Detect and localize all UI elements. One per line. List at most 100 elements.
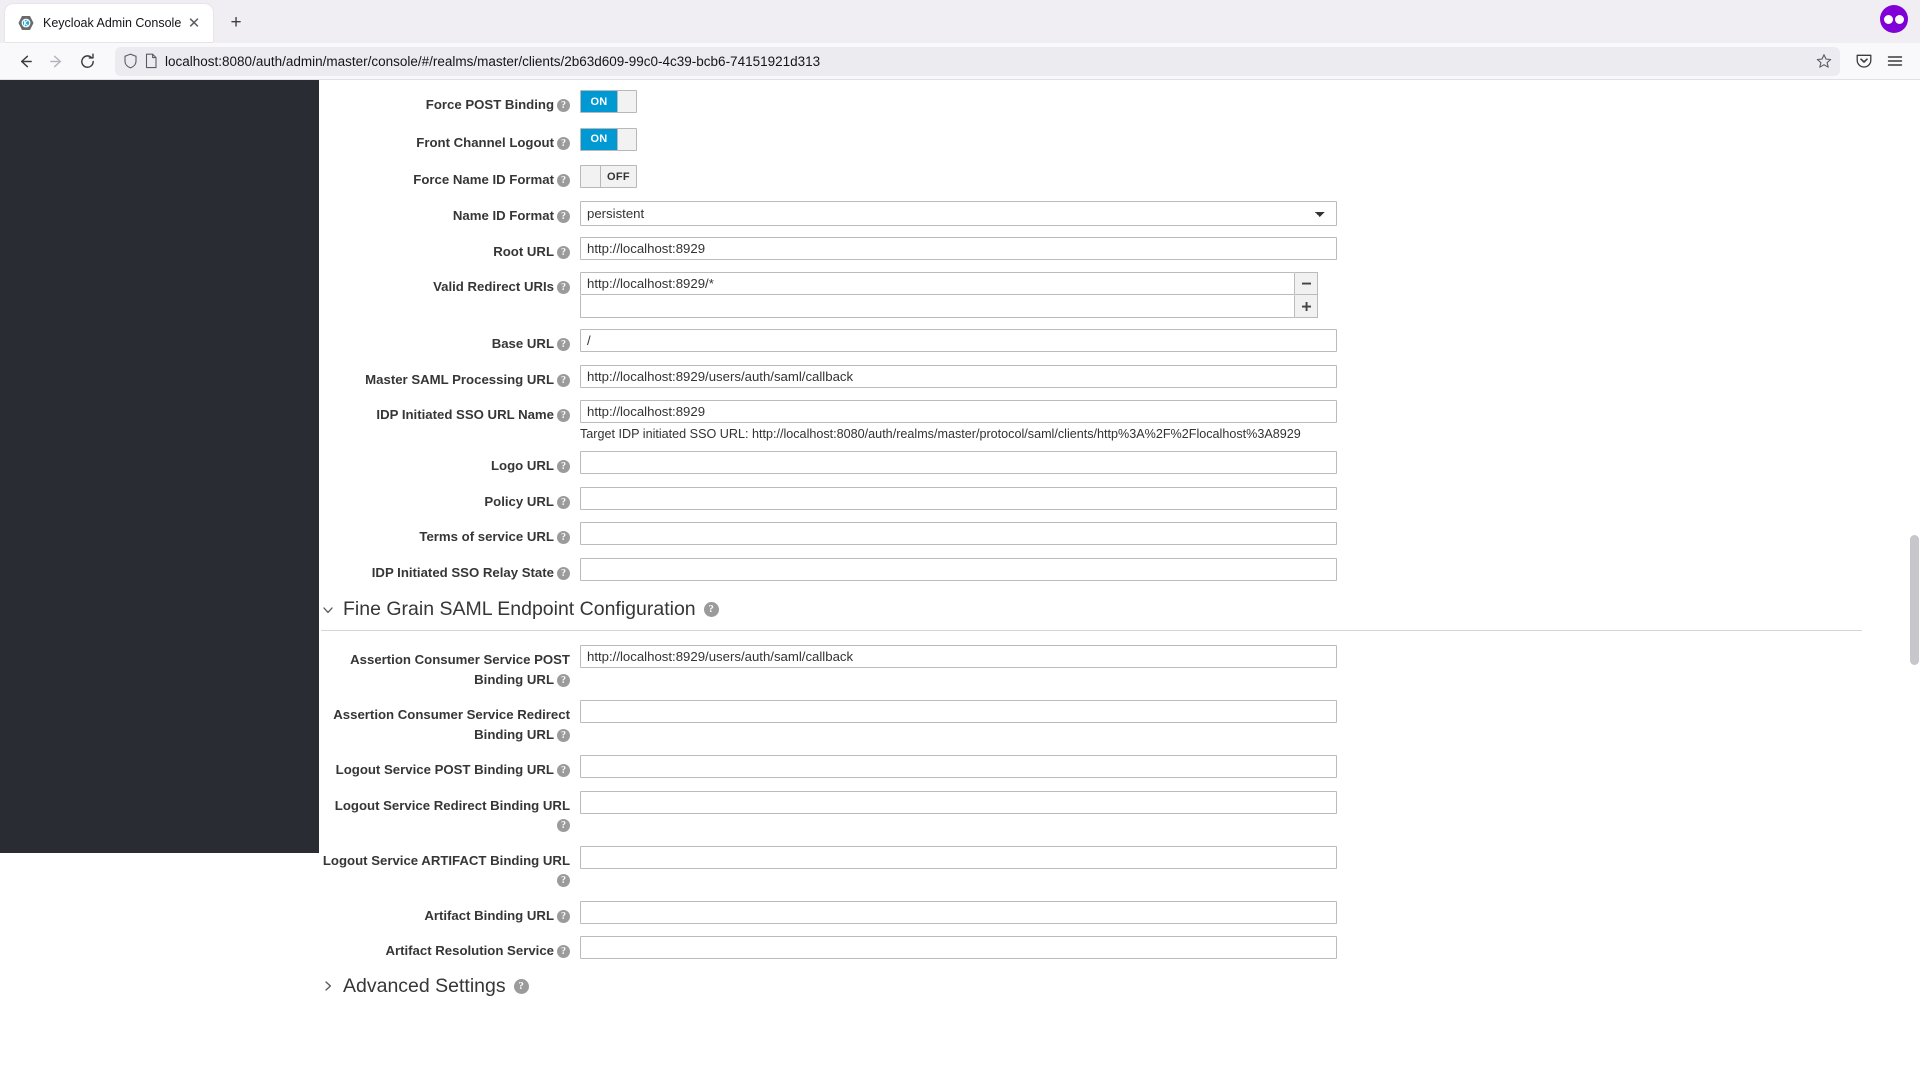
help-icon[interactable]: ? [557,136,570,150]
admin-sidebar [0,80,319,853]
help-icon[interactable]: ? [557,373,570,387]
input-logo-url[interactable] [580,451,1337,474]
field-row-root-url: Root URL? [319,236,1920,262]
input-logout-artifact-binding-url[interactable] [580,845,1337,869]
help-icon[interactable]: ? [557,281,570,294]
browser-tab[interactable]: Keycloak Admin Console ✕ [5,4,213,42]
help-icon[interactable]: ? [557,909,570,923]
input-idp-initiated-sso-relay-state[interactable] [580,557,1337,581]
input-terms-of-service-url[interactable] [580,522,1337,545]
label-acs-redirect-binding-url: Assertion Consumer Service Redirect Bind… [319,700,580,744]
help-icon[interactable]: ? [557,531,570,544]
help-icon[interactable]: ? [557,728,570,742]
help-icon[interactable]: ? [557,819,570,832]
uri-line [580,295,1920,318]
field-terms-of-service-url [580,522,1920,545]
fine-grain-section-header[interactable]: Fine Grain SAML Endpoint Configuration ? [321,598,1920,621]
input-acs-redirect-binding-url[interactable] [580,700,1337,723]
toggle-front-channel-logout[interactable]: ON [580,127,637,151]
input-redirect-uri-2[interactable] [580,295,1295,318]
input-redirect-uri-1[interactable] [580,272,1295,295]
field-force-name-id-format: OFF [580,165,1920,188]
label-logo-url: Logo URL? [319,451,580,476]
label-text: Master SAML Processing URL [365,371,554,387]
label-idp-initiated-sso-relay-state: IDP Initiated SSO Relay State? [319,558,580,583]
field-force-post-binding: ON [580,90,1920,113]
new-tab-button[interactable]: + [220,7,252,39]
field-row-force-post-binding: Force POST Binding? ON [319,90,1920,115]
bookmark-star-icon[interactable] [1816,53,1832,69]
help-icon[interactable]: ? [557,566,570,580]
label-logout-artifact-binding-url: Logout Service ARTIFACT Binding URL? [319,846,580,890]
extension-badge-icon[interactable] [1880,5,1908,33]
input-logout-post-binding-url[interactable] [580,755,1337,778]
page-document-icon[interactable] [145,53,158,69]
help-icon[interactable]: ? [557,174,570,187]
help-icon[interactable]: ? [557,460,570,473]
field-logout-redirect-binding-url [580,790,1920,814]
field-row-master-saml-processing-url: Master SAML Processing URL? [319,364,1920,390]
field-master-saml-processing-url [580,364,1920,388]
field-logout-artifact-binding-url [580,845,1920,869]
input-acs-post-binding-url[interactable] [580,645,1337,668]
remove-uri-button[interactable] [1295,272,1318,295]
chevron-right-icon[interactable] [321,979,335,993]
label-text: Assertion Consumer Service Redirect Bind… [333,707,570,742]
select-name-id-format[interactable]: persistent [580,200,1337,226]
input-artifact-resolution-service[interactable] [580,936,1337,959]
address-bar[interactable]: localhost:8080/auth/admin/master/console… [115,46,1840,76]
input-master-saml-processing-url[interactable] [580,364,1337,388]
scrollbar-thumb[interactable] [1910,535,1919,665]
field-artifact-binding-url [580,900,1920,924]
toggle-force-name-id-format[interactable]: OFF [580,165,637,188]
advanced-settings-section-header[interactable]: Advanced Settings ? [321,975,1920,998]
reload-icon[interactable] [72,46,103,77]
shield-icon[interactable] [123,53,138,69]
help-icon[interactable]: ? [557,874,570,887]
help-icon[interactable]: ? [557,945,570,958]
help-icon[interactable]: ? [557,245,570,259]
field-acs-post-binding-url [580,645,1920,668]
help-icon[interactable]: ? [703,602,719,617]
label-text: Base URL [491,336,554,351]
label-name-id-format: Name ID Format? [319,201,580,226]
uri-line [580,272,1920,295]
input-policy-url[interactable] [580,486,1337,510]
help-icon[interactable]: ? [557,764,570,777]
field-front-channel-logout: ON [580,127,1920,151]
field-name-id-format: persistent [580,200,1920,226]
chevron-down-icon[interactable] [321,603,335,617]
label-acs-post-binding-url: Assertion Consumer Service POST Binding … [319,645,580,689]
label-base-url: Base URL? [319,329,580,354]
close-icon[interactable]: ✕ [184,13,204,33]
form-area: Force POST Binding? ON Front Channel Log… [319,80,1920,998]
add-uri-button[interactable] [1295,295,1318,318]
input-logout-redirect-binding-url[interactable] [580,790,1337,814]
label-text: Logout Service POST Binding URL [335,762,554,777]
help-icon[interactable]: ? [557,99,570,112]
tab-strip: Keycloak Admin Console ✕ + [0,0,1920,43]
help-icon[interactable]: ? [513,978,529,994]
hamburger-menu-icon[interactable] [1879,46,1910,77]
back-icon[interactable] [10,46,41,77]
input-idp-initiated-sso-url-name[interactable] [580,400,1337,423]
save-to-pocket-icon[interactable] [1848,46,1879,77]
advanced-settings-section: Advanced Settings ? [319,975,1920,998]
label-policy-url: Policy URL? [319,487,580,512]
input-artifact-binding-url[interactable] [580,900,1337,924]
help-icon[interactable]: ? [557,495,570,509]
advanced-settings-section-title: Advanced Settings [343,974,506,997]
help-icon[interactable]: ? [557,209,570,223]
navigation-toolbar: localhost:8080/auth/admin/master/console… [0,43,1920,80]
forward-icon[interactable] [41,46,72,77]
field-logout-post-binding-url [580,755,1920,778]
input-base-url[interactable] [580,329,1337,352]
browser-window: Keycloak Admin Console ✕ + localhost:808… [0,0,1920,1080]
help-icon[interactable]: ? [557,409,570,422]
page-scrollbar[interactable] [1908,80,1920,1080]
input-root-url[interactable] [580,236,1337,260]
toggle-force-post-binding[interactable]: ON [580,90,637,113]
help-icon[interactable]: ? [557,673,570,687]
help-icon[interactable]: ? [557,338,570,351]
label-text: Valid Redirect URIs [433,279,554,294]
